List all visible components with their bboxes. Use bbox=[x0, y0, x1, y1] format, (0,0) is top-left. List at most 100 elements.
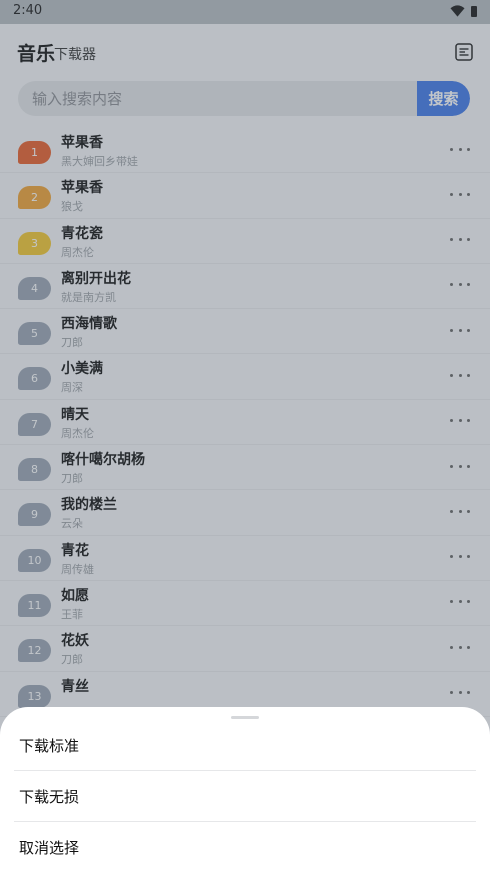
more-dot bbox=[450, 419, 453, 423]
more-dot bbox=[450, 555, 453, 559]
more-dot bbox=[467, 283, 470, 287]
song-title: 晴天 bbox=[61, 406, 89, 423]
more-dot bbox=[467, 419, 470, 423]
more-dot bbox=[450, 645, 453, 649]
song-title: 青花 bbox=[61, 542, 89, 559]
song-list: 1 苹果香 黑大婶回乡带娃 2 苹果香 狼戈 3 青花瓷周杰伦 4 离别开出花就是南方凯 5 西海情歌… bbox=[0, 128, 490, 717]
menu-list-icon[interactable] bbox=[455, 43, 473, 61]
status-time: 2:40 bbox=[13, 3, 43, 18]
song-artist: 周传雄 bbox=[61, 562, 94, 576]
song-row[interactable]: 3 青花瓷周杰伦 bbox=[0, 219, 490, 264]
song-row[interactable]: 6 小美满 周深 bbox=[0, 354, 490, 400]
more-dot bbox=[450, 283, 453, 287]
song-row[interactable]: 12 花妖刀郎 bbox=[0, 626, 490, 672]
more-dot bbox=[450, 238, 453, 242]
song-artist: 就是南方凯 bbox=[61, 290, 116, 304]
rank-badge: 2 bbox=[18, 186, 51, 210]
song-artist: 刀郎 bbox=[61, 336, 83, 350]
song-artist: 周深 bbox=[61, 381, 83, 395]
song-row[interactable]: 7 晴天 周杰伦 bbox=[0, 400, 490, 446]
song-artist: 刀郎 bbox=[61, 653, 83, 667]
more-dot bbox=[458, 147, 462, 151]
more-options-icon[interactable] bbox=[450, 187, 470, 201]
song-title: 小美满 bbox=[61, 361, 103, 378]
search-input[interactable] bbox=[18, 81, 418, 116]
more-options-icon[interactable] bbox=[450, 550, 470, 564]
song-title: 喀什噶尔胡杨 bbox=[61, 452, 145, 469]
more-options-icon[interactable] bbox=[450, 459, 470, 473]
more-options-icon[interactable] bbox=[450, 233, 470, 247]
more-dot bbox=[450, 328, 453, 332]
more-dot bbox=[458, 283, 462, 287]
more-dot bbox=[450, 147, 453, 151]
more-options-icon[interactable] bbox=[450, 368, 470, 382]
more-dot bbox=[467, 147, 470, 151]
rank-badge: 12 bbox=[18, 639, 51, 663]
rank-badge: 1 bbox=[18, 141, 51, 164]
rank-badge: 7 bbox=[18, 412, 51, 436]
more-options-icon[interactable] bbox=[450, 278, 470, 292]
rank-badge: 11 bbox=[18, 593, 51, 617]
more-dot bbox=[458, 192, 462, 196]
more-options-icon[interactable] bbox=[450, 595, 470, 609]
search-bar: 搜索 bbox=[18, 81, 470, 116]
status-icons bbox=[450, 4, 477, 18]
app-header: 音乐 下载器 bbox=[0, 24, 490, 78]
rank-badge: 13 bbox=[18, 684, 51, 708]
song-title: 如愿 bbox=[61, 587, 89, 604]
more-options-icon[interactable] bbox=[450, 640, 470, 654]
battery-icon bbox=[471, 5, 477, 17]
more-dot bbox=[450, 192, 453, 196]
song-artist: 狼戈 bbox=[61, 200, 83, 214]
more-dot bbox=[458, 464, 462, 468]
song-artist: 黑大婶回乡带娃 bbox=[61, 155, 138, 168]
cancel-selection-option[interactable]: 取消选择 bbox=[14, 822, 476, 872]
more-dot bbox=[467, 509, 470, 513]
song-row[interactable]: 9 我的楼兰 云朵 bbox=[0, 490, 490, 536]
wifi-icon bbox=[450, 5, 465, 17]
more-options-icon[interactable] bbox=[450, 323, 470, 337]
more-dot bbox=[467, 645, 470, 649]
more-dot bbox=[458, 509, 462, 513]
more-dot bbox=[467, 373, 470, 377]
more-dot bbox=[467, 192, 470, 196]
more-dot bbox=[450, 691, 453, 695]
song-row[interactable]: 4 离别开出花就是南方凯 bbox=[0, 264, 490, 310]
sheet-drag-handle[interactable] bbox=[231, 716, 259, 719]
app-title: 音乐 bbox=[17, 43, 56, 65]
rank-badge: 3 bbox=[18, 231, 51, 255]
download-lossless-option[interactable]: 下载无损 bbox=[14, 771, 476, 821]
song-title: 离别开出花 bbox=[61, 270, 131, 287]
more-dot bbox=[458, 419, 462, 423]
more-dot bbox=[450, 373, 453, 377]
song-row[interactable]: 1 苹果香 黑大婶回乡带娃 bbox=[0, 128, 490, 174]
more-options-icon[interactable] bbox=[450, 414, 470, 428]
song-row[interactable]: 8 喀什噶尔胡杨 刀郎 bbox=[0, 445, 490, 491]
more-dot bbox=[467, 238, 470, 242]
more-dot bbox=[450, 600, 453, 604]
song-row[interactable]: 5 西海情歌 刀郎 bbox=[0, 309, 490, 355]
song-row[interactable]: 2 苹果香 狼戈 bbox=[0, 173, 490, 219]
more-dot bbox=[467, 464, 470, 468]
more-options-icon[interactable] bbox=[450, 142, 470, 156]
song-artist: 云朵 bbox=[61, 517, 83, 531]
song-row[interactable]: 10 青花周传雄 bbox=[0, 536, 490, 581]
song-title: 青花瓷 bbox=[61, 225, 103, 242]
more-dot bbox=[458, 555, 462, 559]
song-artist: 刀郎 bbox=[61, 472, 83, 486]
rank-badge: 4 bbox=[18, 276, 51, 300]
status-bar: 2:40 bbox=[0, 0, 490, 24]
more-dot bbox=[458, 600, 462, 604]
song-title: 花妖 bbox=[61, 633, 89, 650]
more-dot bbox=[458, 691, 462, 695]
more-options-icon[interactable] bbox=[450, 504, 470, 518]
song-artist: 周杰伦 bbox=[61, 245, 94, 259]
more-dot bbox=[458, 373, 462, 377]
download-standard-option[interactable]: 下载标准 bbox=[14, 720, 476, 770]
song-row[interactable]: 11 如愿 王菲 bbox=[0, 581, 490, 627]
more-options-icon[interactable] bbox=[450, 686, 470, 700]
more-dot bbox=[458, 645, 462, 649]
search-button[interactable]: 搜索 bbox=[417, 81, 470, 116]
rank-badge: 10 bbox=[18, 548, 51, 572]
rank-badge: 9 bbox=[18, 503, 51, 527]
